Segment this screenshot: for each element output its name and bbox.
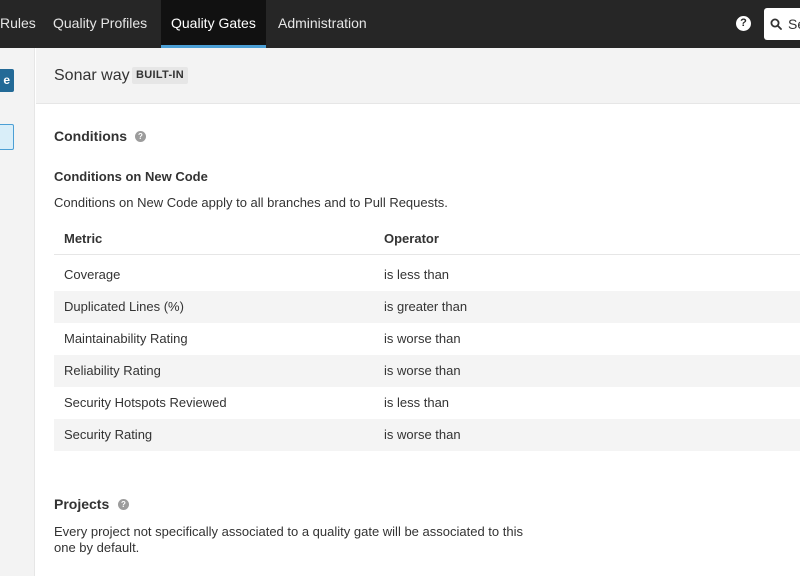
conditions-new-code-description: Conditions on New Code apply to all bran… <box>54 195 448 210</box>
operator-cell: is greater than <box>384 299 468 314</box>
operator-cell: is less than <box>384 395 450 410</box>
built-in-badge: BUILT-IN <box>132 67 189 84</box>
operator-cell: is less than <box>384 267 450 282</box>
table-row: Coverage is less than <box>54 259 800 291</box>
operator-cell: is worse than <box>384 363 461 378</box>
projects-title: Projects <box>54 496 110 512</box>
nav-item-quality-profiles[interactable]: Quality Profiles <box>43 0 157 48</box>
search-icon <box>770 18 782 30</box>
table-row: Duplicated Lines (%) is greater than <box>54 291 800 323</box>
table-row: Reliability Rating is worse than <box>54 355 800 387</box>
search-input-text: Se <box>788 16 800 32</box>
projects-help-icon[interactable]: ? <box>118 499 129 510</box>
projects-description-line-1: Every project not specifically associate… <box>54 524 523 539</box>
nav-item-quality-gates[interactable]: Quality Gates <box>161 0 266 48</box>
metric-cell: Reliability Rating <box>64 363 161 378</box>
metric-cell: Duplicated Lines (%) <box>64 299 184 314</box>
quality-gate-header: Sonar way BUILT-IN <box>36 48 800 104</box>
conditions-help-icon[interactable]: ? <box>135 131 146 142</box>
conditions-new-code-title: Conditions on New Code <box>54 169 208 184</box>
create-button[interactable]: e <box>0 69 14 92</box>
metric-cell: Coverage <box>64 267 121 282</box>
table-row: Security Rating is worse than <box>54 419 800 451</box>
table-row: Security Hotspots Reviewed is less than <box>54 387 800 419</box>
metric-cell: Security Rating <box>64 427 153 442</box>
metric-cell: Security Hotspots Reviewed <box>64 395 227 410</box>
table-header: Metric Operator <box>54 222 800 255</box>
column-header-metric: Metric <box>64 231 103 246</box>
operator-cell: is worse than <box>384 427 461 442</box>
table-row: Maintainability Rating is worse than <box>54 323 800 355</box>
projects-description-line-2: one by default. <box>54 540 140 555</box>
table-body: Coverage is less than Duplicated Lines (… <box>54 255 800 451</box>
quality-gate-name: Sonar way <box>54 67 130 84</box>
nav-item-rules[interactable]: Rules <box>0 0 46 48</box>
help-icon[interactable]: ? <box>736 16 751 31</box>
top-navigation-bar: Rules Quality Profiles Quality Gates Adm… <box>0 0 800 48</box>
quality-gates-sidebar: e <box>0 48 35 576</box>
operator-cell: is worse than <box>384 331 461 346</box>
nav-item-administration[interactable]: Administration <box>268 0 377 48</box>
conditions-table: Metric Operator Coverage is less than Du… <box>54 222 800 451</box>
column-header-operator: Operator <box>384 231 439 246</box>
metric-cell: Maintainability Rating <box>64 331 188 346</box>
search-input[interactable]: Se <box>764 8 800 40</box>
sidebar-item-selected[interactable] <box>0 124 14 150</box>
conditions-title: Conditions <box>54 128 128 144</box>
